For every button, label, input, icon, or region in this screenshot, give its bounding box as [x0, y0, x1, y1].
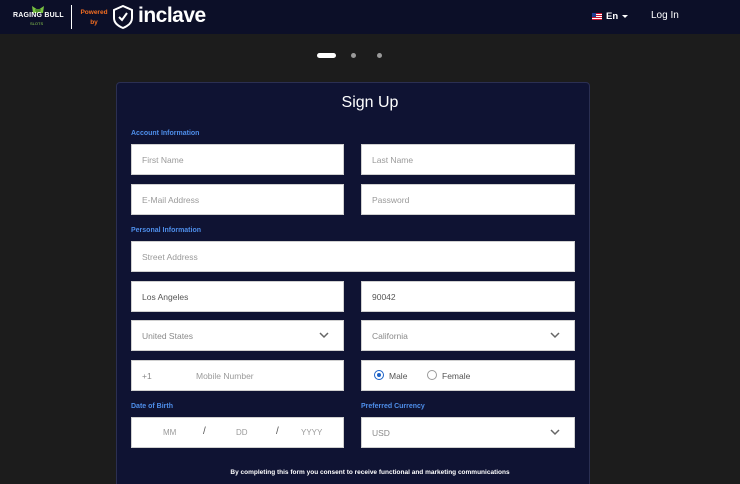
first-name-field[interactable]	[131, 144, 344, 175]
password-field[interactable]	[361, 184, 575, 215]
section-currency-label: Preferred Currency	[361, 403, 425, 410]
form-title: Sign Up	[341, 94, 399, 111]
dob-year-input[interactable]: YYYY	[301, 428, 322, 437]
chevron-down-icon	[319, 332, 329, 339]
chevron-down-icon	[550, 332, 560, 339]
phone-prefix[interactable]: +1	[142, 371, 152, 381]
gender-female-label[interactable]: Female	[442, 371, 470, 381]
language-selector[interactable]: En	[592, 10, 629, 22]
login-link[interactable]: Log In	[651, 10, 679, 21]
first-name-input[interactable]	[132, 145, 343, 174]
dob-field: MM / DD / YYYY	[131, 417, 344, 448]
powered-by-label: Powered by	[80, 9, 108, 26]
header-divider	[71, 5, 72, 29]
email-field[interactable]	[131, 184, 344, 215]
city-field[interactable]	[131, 281, 344, 312]
gender-field: Male Female	[361, 360, 575, 391]
gender-female-radio[interactable]	[427, 370, 437, 380]
section-account-label: Account Information	[131, 130, 200, 137]
dob-month-input[interactable]: MM	[163, 428, 176, 437]
dob-day-input[interactable]: DD	[236, 428, 248, 437]
carousel-dot-1[interactable]	[317, 53, 336, 58]
gender-male-label[interactable]: Male	[389, 371, 407, 381]
city-input[interactable]	[132, 282, 343, 311]
us-flag-icon	[592, 12, 602, 20]
country-select[interactable]: United States	[131, 320, 344, 351]
caret-down-icon	[622, 14, 629, 18]
zip-field[interactable]	[361, 281, 575, 312]
gender-male-radio[interactable]	[374, 370, 384, 380]
dob-separator: /	[276, 426, 279, 437]
street-address-field[interactable]	[131, 241, 575, 272]
password-input[interactable]	[362, 185, 574, 214]
chevron-down-icon	[550, 429, 560, 436]
currency-select[interactable]: USD	[361, 417, 575, 448]
mobile-number-input[interactable]	[190, 361, 343, 390]
carousel-dots	[0, 53, 740, 59]
section-personal-label: Personal Information	[131, 227, 202, 234]
carousel-dot-3[interactable]	[377, 53, 382, 58]
carousel-dot-2[interactable]	[351, 53, 356, 58]
section-dob-label: Date of Birth	[131, 403, 173, 410]
currency-value: USD	[372, 428, 390, 438]
zip-input[interactable]	[362, 282, 574, 311]
street-address-input[interactable]	[132, 242, 574, 271]
state-select[interactable]: California	[361, 320, 575, 351]
top-bar: RAGING BULL SLOTS Powered by inclave En …	[0, 0, 740, 34]
consent-text: By completing this form you consent to r…	[230, 469, 510, 476]
dob-separator: /	[203, 426, 206, 437]
phone-field[interactable]: +1	[131, 360, 344, 391]
last-name-field[interactable]	[361, 144, 575, 175]
brand-sub: SLOTS	[30, 21, 44, 26]
inclave-shield-icon	[113, 5, 133, 29]
state-value: California	[372, 331, 408, 341]
mobile-number-wrapper	[190, 361, 343, 390]
brand-name: RAGING BULL	[13, 12, 64, 19]
partner-logo-text: inclave	[138, 4, 206, 27]
email-input[interactable]	[132, 185, 343, 214]
last-name-input[interactable]	[362, 145, 574, 174]
country-value: United States	[142, 331, 194, 341]
language-label: En	[606, 10, 619, 22]
